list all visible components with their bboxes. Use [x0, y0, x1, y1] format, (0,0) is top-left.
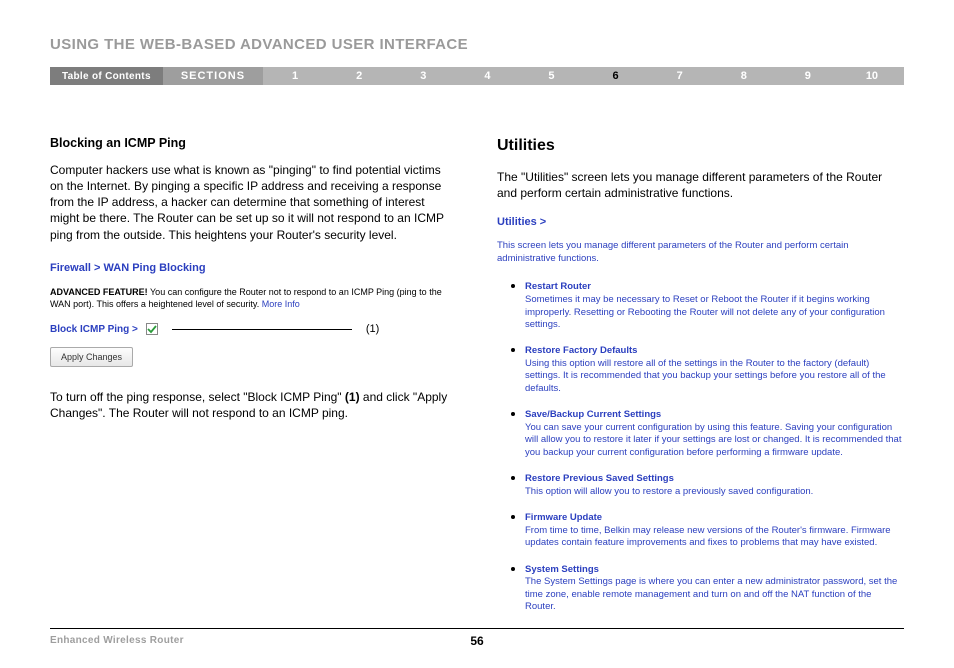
left-column: Blocking an ICMP Ping Computer hackers u…: [50, 135, 457, 623]
list-item: Restore Previous Saved Settings This opt…: [525, 469, 904, 498]
firmware-update-link[interactable]: Firmware Update: [525, 512, 904, 525]
utilities-intro: The "Utilities" screen lets you manage d…: [497, 169, 904, 201]
save-backup-link[interactable]: Save/Backup Current Settings: [525, 409, 904, 422]
annotation-1: (1): [366, 322, 379, 337]
apply-changes-button[interactable]: Apply Changes: [50, 347, 133, 367]
firewall-breadcrumb: Firewall > WAN Ping Blocking: [50, 261, 457, 276]
save-backup-desc: You can save your current configuration …: [525, 422, 904, 459]
section-4[interactable]: 4: [455, 67, 519, 85]
page-number: 56: [50, 634, 904, 648]
section-7[interactable]: 7: [648, 67, 712, 85]
block-icmp-label: Block ICMP Ping >: [50, 323, 138, 337]
instruction-text: To turn off the ping response, select "B…: [50, 389, 457, 421]
section-9[interactable]: 9: [776, 67, 840, 85]
advanced-feature-bold: ADVANCED FEATURE!: [50, 287, 148, 297]
list-item: Restore Factory Defaults Using this opti…: [525, 341, 904, 395]
restart-router-desc: Sometimes it may be necessary to Reset o…: [525, 294, 904, 331]
list-item: Firmware Update From time to time, Belki…: [525, 508, 904, 550]
check-icon: [147, 324, 157, 334]
section-1[interactable]: 1: [263, 67, 327, 85]
toc-link[interactable]: Table of Contents: [50, 67, 163, 85]
section-10[interactable]: 10: [840, 67, 904, 85]
utilities-heading: Utilities: [497, 135, 904, 157]
section-nav: Table of Contents SECTIONS 1 2 3 4 5 6 7…: [50, 67, 904, 85]
utilities-list: Restart Router Sometimes it may be neces…: [497, 277, 904, 613]
system-settings-link[interactable]: System Settings: [525, 564, 904, 577]
list-item: Save/Backup Current Settings You can sav…: [525, 405, 904, 459]
more-info-link[interactable]: More Info: [262, 299, 300, 309]
block-icmp-checkbox[interactable]: [146, 323, 158, 335]
system-settings-desc: The System Settings page is where you ca…: [525, 576, 904, 613]
page-root: USING THE WEB-BASED ADVANCED USER INTERF…: [0, 0, 954, 668]
utilities-intro2: This screen lets you manage different pa…: [497, 240, 904, 266]
restore-previous-desc: This option will allow you to restore a …: [525, 486, 904, 498]
utilities-breadcrumb: Utilities >: [497, 215, 904, 230]
restore-previous-link[interactable]: Restore Previous Saved Settings: [525, 473, 904, 486]
page-footer: Enhanced Wireless Router 56: [50, 628, 904, 646]
restart-router-link[interactable]: Restart Router: [525, 281, 904, 294]
section-8[interactable]: 8: [712, 67, 776, 85]
instruction-bold: (1): [345, 390, 360, 404]
blocking-heading: Blocking an ICMP Ping: [50, 135, 457, 152]
list-item: System Settings The System Settings page…: [525, 560, 904, 614]
section-2[interactable]: 2: [327, 67, 391, 85]
firmware-update-desc: From time to time, Belkin may release ne…: [525, 525, 904, 550]
restore-defaults-link[interactable]: Restore Factory Defaults: [525, 345, 904, 358]
sections-label: SECTIONS: [163, 67, 263, 85]
section-6[interactable]: 6: [584, 67, 648, 85]
section-3[interactable]: 3: [391, 67, 455, 85]
page-title: USING THE WEB-BASED ADVANCED USER INTERF…: [50, 36, 904, 53]
annotation-leader: [172, 329, 352, 330]
blocking-body: Computer hackers use what is known as "p…: [50, 162, 457, 243]
list-item: Restart Router Sometimes it may be neces…: [525, 277, 904, 331]
block-icmp-row: Block ICMP Ping > (1): [50, 322, 457, 337]
section-5[interactable]: 5: [519, 67, 583, 85]
advanced-feature-text: ADVANCED FEATURE! You can configure the …: [50, 286, 457, 310]
right-column: Utilities The "Utilities" screen lets yo…: [497, 135, 904, 623]
instruction-prefix: To turn off the ping response, select "B…: [50, 390, 345, 404]
restore-defaults-desc: Using this option will restore all of th…: [525, 358, 904, 395]
